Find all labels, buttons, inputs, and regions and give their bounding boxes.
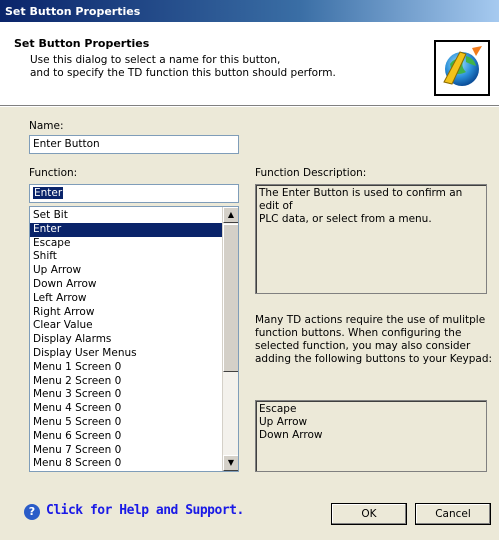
- suggested-buttons-box: Escape Up Arrow Down Arrow: [255, 400, 487, 472]
- description-line: PLC data, or select from a menu.: [259, 213, 432, 225]
- help-link-text[interactable]: Click for Help and Support.: [46, 503, 244, 518]
- help-question-icon[interactable]: ?: [24, 504, 40, 520]
- name-label: Name:: [29, 120, 64, 132]
- function-list-item[interactable]: Right Arrow: [30, 306, 223, 320]
- function-list-scrollbar[interactable]: ▲ ▼: [222, 207, 238, 471]
- function-description-box: The Enter Button is used to confirm an e…: [255, 184, 487, 294]
- header-description-line: Use this dialog to select a name for thi…: [30, 54, 281, 66]
- scroll-thumb[interactable]: [223, 224, 238, 372]
- suggested-button-item: Escape: [259, 403, 297, 415]
- function-list-item[interactable]: Menu 3 Screen 0: [30, 388, 223, 402]
- suggested-button-item: Down Arrow: [259, 429, 323, 441]
- header-title: Set Button Properties: [14, 37, 150, 50]
- header-description: Use this dialog to select a name for thi…: [30, 54, 336, 80]
- name-field[interactable]: Enter Button: [29, 135, 239, 154]
- function-list-item[interactable]: Down Arrow: [30, 278, 223, 292]
- window-title: Set Button Properties: [5, 5, 141, 18]
- function-list-item[interactable]: Escape: [30, 237, 223, 251]
- function-list-item[interactable]: Left Arrow: [30, 292, 223, 306]
- function-label: Function:: [29, 167, 78, 179]
- function-list-item[interactable]: Set Bit: [30, 209, 223, 223]
- ok-button[interactable]: OK: [331, 503, 407, 525]
- function-list-item[interactable]: Menu 2 Screen 0: [30, 375, 223, 389]
- keypad-note: Many TD actions require the use of mulit…: [255, 314, 493, 366]
- function-list-item[interactable]: Menu 7 Screen 0: [30, 444, 223, 458]
- function-list-item[interactable]: Menu 8 Screen 0: [30, 457, 223, 471]
- function-list-item[interactable]: Enter: [30, 222, 223, 237]
- function-list-item[interactable]: Menu 6 Screen 0: [30, 430, 223, 444]
- note-line: adding the following buttons to your Key…: [255, 353, 493, 365]
- header-description-line: and to specify the TD function this butt…: [30, 67, 336, 79]
- function-field-value: Enter: [33, 187, 64, 199]
- title-bar: Set Button Properties: [0, 0, 499, 22]
- description-line: The Enter Button is used to confirm an e…: [259, 187, 463, 212]
- suggested-button-item: Up Arrow: [259, 416, 308, 428]
- function-list: Set Bit Enter Escape Shift Up Arrow Down Arro…: [30, 209, 223, 471]
- function-list-item[interactable]: Display Alarms: [30, 333, 223, 347]
- function-list-item[interactable]: Clear Value: [30, 319, 223, 333]
- scroll-down-arrow-icon[interactable]: ▼: [223, 455, 238, 471]
- dialog-header: Set Button Properties Use this dialog to…: [0, 22, 499, 106]
- function-description-label: Function Description:: [255, 167, 367, 179]
- cancel-button[interactable]: Cancel: [415, 503, 491, 525]
- scroll-up-arrow-icon[interactable]: ▲: [223, 207, 238, 223]
- note-line: selected function, you may also consider: [255, 340, 471, 352]
- function-field[interactable]: Enter: [29, 184, 239, 203]
- note-line: Many TD actions require the use of mulit…: [255, 314, 486, 326]
- note-line: function buttons. When configuring the: [255, 327, 462, 339]
- function-listbox[interactable]: Set Bit Enter Escape Shift Up Arrow Down Arro…: [29, 206, 239, 472]
- function-list-item[interactable]: Up Arrow: [30, 264, 223, 278]
- function-list-item[interactable]: Menu 5 Screen 0: [30, 416, 223, 430]
- function-list-item[interactable]: Menu 4 Screen 0: [30, 402, 223, 416]
- wizard-logo-icon: [434, 40, 490, 96]
- function-list-item[interactable]: Menu 1 Screen 0: [30, 361, 223, 375]
- function-list-item[interactable]: Display User Menus: [30, 347, 223, 361]
- function-list-item[interactable]: Shift: [30, 250, 223, 264]
